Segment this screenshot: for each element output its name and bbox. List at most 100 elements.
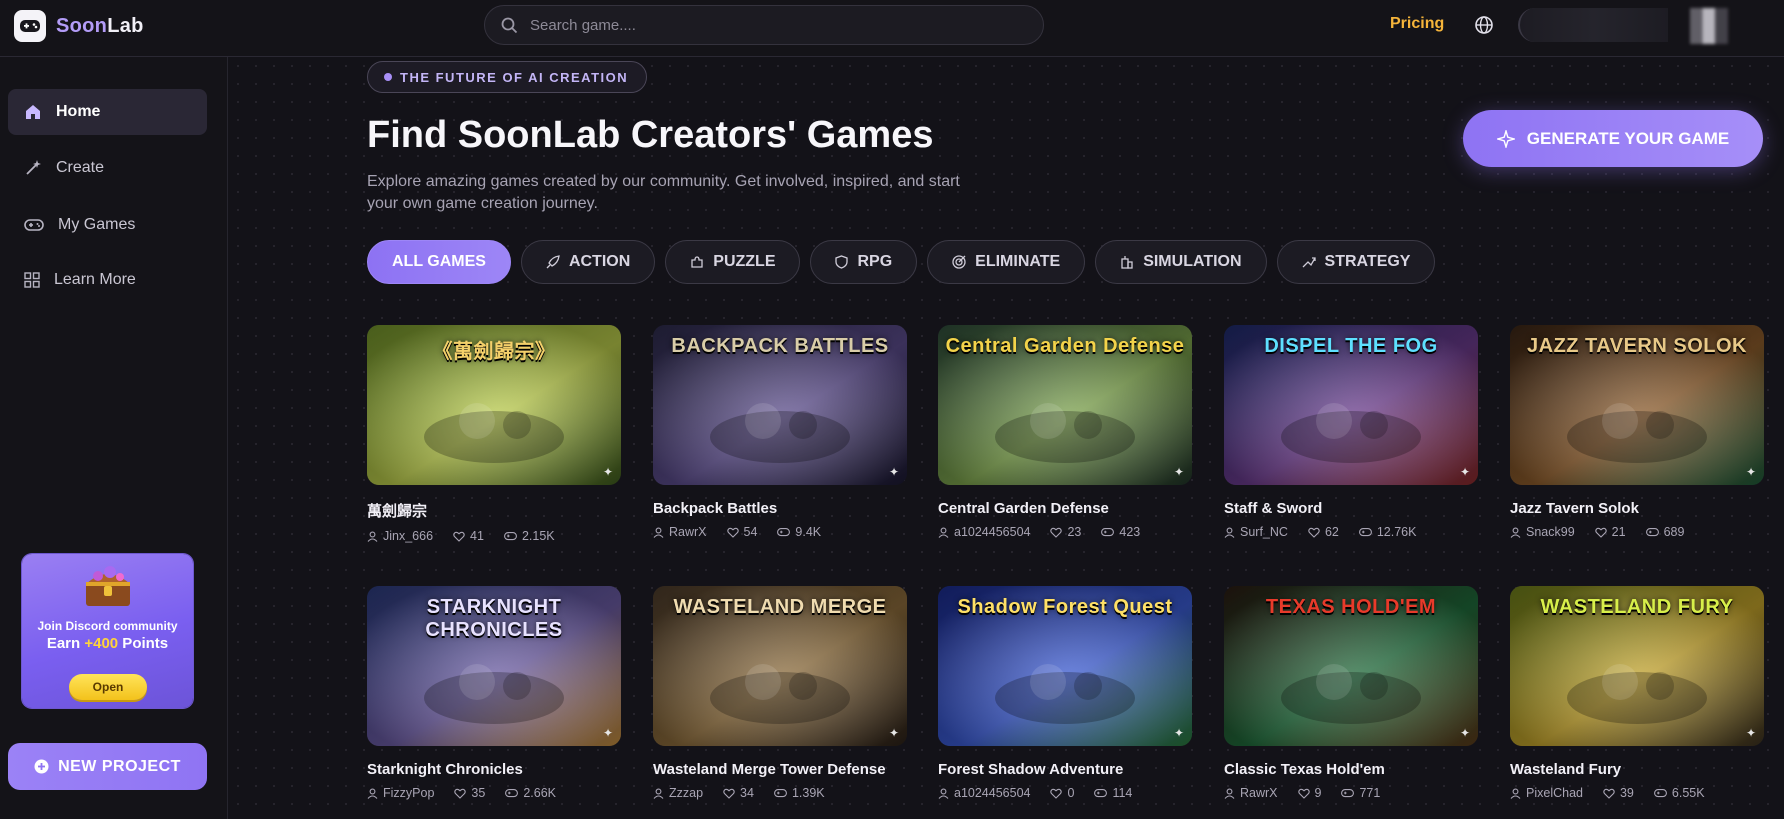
game-plays: 9.4K — [795, 525, 822, 539]
sparkle-icon — [1496, 129, 1515, 148]
treasure-chest-icon — [86, 566, 130, 606]
game-author[interactable]: PixelChad — [1526, 786, 1583, 800]
game-meta: RawrX 9 771 — [1224, 786, 1478, 800]
game-card[interactable]: 《萬劍歸宗》 ✦ 萬劍歸宗 Jinx_666 41 2.15K — [367, 325, 621, 543]
gamepad-icon — [1101, 528, 1115, 537]
game-author[interactable]: FizzyPop — [383, 786, 434, 800]
sidebar-item-label: Create — [56, 159, 105, 176]
rocket-icon — [546, 255, 560, 269]
game-card[interactable]: Central Garden Defense ✦ Central Garden … — [938, 325, 1192, 539]
brand-logo[interactable]: SoonLab — [14, 10, 144, 42]
game-title[interactable]: Central Garden Defense — [938, 500, 1192, 517]
game-thumbnail[interactable]: JAZZ TAVERN SOLOK ✦ — [1510, 325, 1764, 485]
game-thumbnail[interactable]: DISPEL THE FOG ✦ — [1224, 325, 1478, 485]
pricing-link[interactable]: Pricing — [1390, 15, 1444, 33]
game-thumbnail[interactable]: WASTELAND FURY ✦ — [1510, 586, 1764, 746]
search-input[interactable] — [530, 16, 1010, 34]
game-likes: 54 — [743, 525, 758, 539]
game-thumbnail[interactable]: Central Garden Defense ✦ — [938, 325, 1192, 485]
sidebar-item-create[interactable]: Create — [8, 145, 207, 191]
game-card[interactable]: BACKPACK BATTLES ✦ Backpack Battles Rawr… — [653, 325, 907, 539]
tab-strategy[interactable]: STRATEGY — [1276, 240, 1436, 284]
game-card[interactable]: WASTELAND MERGE ✦ Wasteland Merge Tower … — [653, 586, 907, 800]
game-title[interactable]: Classic Texas Hold'em — [1224, 761, 1478, 778]
avatar[interactable] — [1690, 8, 1728, 44]
game-thumbnail[interactable]: Shadow Forest Quest ✦ — [938, 586, 1192, 746]
tab-puzzle[interactable]: PUZZLE — [665, 240, 801, 284]
wand-icon — [26, 160, 41, 175]
user-icon — [1224, 527, 1235, 538]
heart-icon — [723, 788, 735, 799]
game-title[interactable]: Staff & Sword — [1224, 500, 1478, 517]
game-card[interactable]: TEXAS HOLD'EM ✦ Classic Texas Hold'em Ra… — [1224, 586, 1478, 800]
game-title[interactable]: Jazz Tavern Solok — [1510, 500, 1764, 517]
target-icon — [952, 255, 966, 269]
globe-icon[interactable] — [1474, 15, 1494, 40]
sidebar-item-home[interactable]: Home — [8, 89, 207, 135]
game-thumbnail[interactable]: STARKNIGHT CHRONICLES ✦ — [367, 586, 621, 746]
game-card[interactable]: STARKNIGHT CHRONICLES ✦ Starknight Chron… — [367, 586, 621, 800]
game-title[interactable]: Starknight Chronicles — [367, 761, 621, 778]
game-title[interactable]: Forest Shadow Adventure — [938, 761, 1192, 778]
game-author[interactable]: a1024456504 — [954, 786, 1030, 800]
discord-promo-card[interactable]: Join Discord community Earn +400 Points … — [22, 554, 193, 708]
game-author[interactable]: a1024456504 — [954, 525, 1030, 539]
tab-simulation[interactable]: SIMULATION — [1095, 240, 1267, 284]
game-likes: 0 — [1067, 786, 1075, 800]
game-title[interactable]: 萬劍歸宗 — [367, 500, 621, 521]
game-author[interactable]: RawrX — [669, 525, 707, 539]
game-art-title: STARKNIGHT CHRONICLES — [425, 596, 563, 641]
game-author[interactable]: Snack99 — [1526, 525, 1575, 539]
top-bar: SoonLab Pricing — [0, 0, 1784, 57]
sidebar-item-my-games[interactable]: My Games — [8, 202, 207, 248]
game-title[interactable]: Wasteland Fury — [1510, 761, 1764, 778]
new-project-button[interactable]: NEW PROJECT — [8, 743, 207, 790]
game-author[interactable]: Zzzap — [669, 786, 703, 800]
game-author[interactable]: RawrX — [1240, 786, 1278, 800]
game-likes: 21 — [1611, 525, 1626, 539]
generate-game-button[interactable]: GENERATE YOUR GAME — [1463, 110, 1763, 167]
search-bar[interactable] — [484, 5, 1044, 45]
generate-game-label: GENERATE YOUR GAME — [1526, 128, 1730, 148]
tab-rpg[interactable]: RPG — [810, 240, 918, 284]
game-author[interactable]: Surf_NC — [1240, 525, 1288, 539]
game-thumbnail[interactable]: WASTELAND MERGE ✦ — [653, 586, 907, 746]
tab-eliminate[interactable]: ELIMINATE — [927, 240, 1086, 284]
sidebar: Home Create My Games Learn More Join Dis… — [0, 57, 228, 819]
open-discord-button[interactable]: Open — [69, 674, 147, 700]
game-card[interactable]: Shadow Forest Quest ✦ Forest Shadow Adve… — [938, 586, 1192, 800]
game-meta: FizzyPop 35 2.66K — [367, 786, 621, 800]
game-card[interactable]: JAZZ TAVERN SOLOK ✦ Jazz Tavern Solok Sn… — [1510, 325, 1764, 539]
plus-circle-icon — [34, 759, 49, 774]
game-art-title: WASTELAND FURY — [1540, 596, 1734, 618]
user-icon — [367, 531, 378, 542]
game-card[interactable]: WASTELAND FURY ✦ Wasteland Fury PixelCha… — [1510, 586, 1764, 800]
game-title[interactable]: Backpack Battles — [653, 500, 907, 517]
game-likes: 23 — [1067, 525, 1082, 539]
game-thumbnail[interactable]: BACKPACK BATTLES ✦ — [653, 325, 907, 485]
tab-all-games[interactable]: ALL GAMES — [367, 240, 511, 284]
game-author[interactable]: Jinx_666 — [383, 529, 433, 543]
account-menu[interactable] — [1518, 8, 1668, 42]
tab-action[interactable]: ACTION — [520, 240, 656, 284]
game-thumbnail[interactable]: 《萬劍歸宗》 ✦ — [367, 325, 621, 485]
game-card[interactable]: DISPEL THE FOG ✦ Staff & Sword Surf_NC 6… — [1224, 325, 1478, 539]
game-thumbnail[interactable]: TEXAS HOLD'EM ✦ — [1224, 586, 1478, 746]
game-likes: 35 — [471, 786, 486, 800]
game-plays: 2.66K — [523, 786, 556, 800]
game-art-title: Shadow Forest Quest — [957, 596, 1173, 618]
game-likes: 39 — [1619, 786, 1634, 800]
badge-dot — [384, 73, 392, 81]
page-title: Find SoonLab Creators' Games — [367, 114, 934, 156]
gamepad-logo-icon — [14, 10, 46, 42]
game-meta: a1024456504 23 423 — [938, 525, 1192, 539]
game-title[interactable]: Wasteland Merge Tower Defense — [653, 761, 907, 778]
promo-points: Earn +400 Points — [46, 635, 169, 652]
game-likes: 62 — [1324, 525, 1339, 539]
gamepad-icon — [505, 789, 519, 798]
gamepad-icon — [1645, 528, 1659, 537]
sidebar-item-learn-more[interactable]: Learn More — [8, 257, 207, 303]
sparkle-icon: ✦ — [1459, 465, 1470, 479]
page-subtitle: Explore amazing games created by our com… — [367, 173, 960, 213]
badge-label: THE FUTURE OF AI CREATION — [400, 69, 629, 85]
